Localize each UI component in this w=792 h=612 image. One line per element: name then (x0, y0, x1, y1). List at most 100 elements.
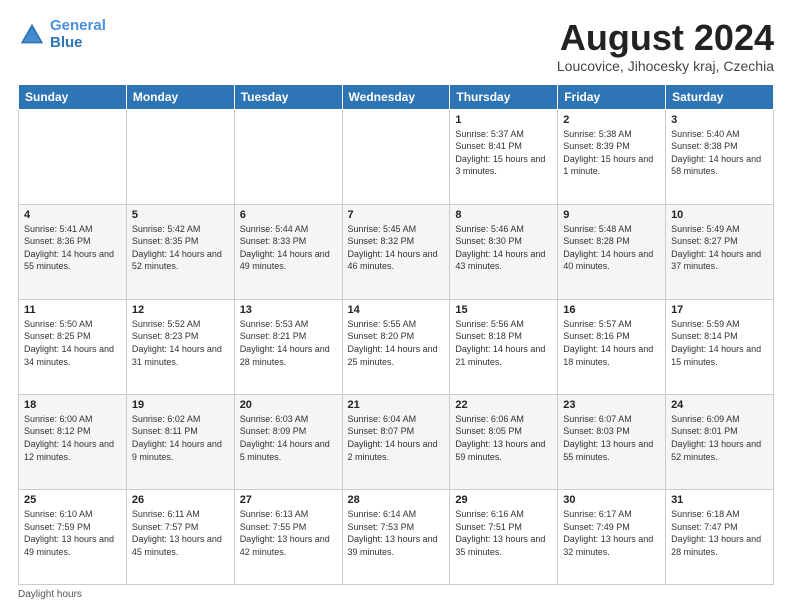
week-row-2: 4Sunrise: 5:41 AM Sunset: 8:36 PM Daylig… (19, 204, 774, 299)
day-number: 29 (455, 494, 552, 506)
day-number: 13 (240, 304, 337, 316)
day-number: 19 (132, 399, 229, 411)
day-info: Sunrise: 5:57 AM Sunset: 8:16 PM Dayligh… (563, 318, 660, 368)
header-cell-wednesday: Wednesday (342, 84, 450, 109)
day-info: Sunrise: 5:52 AM Sunset: 8:23 PM Dayligh… (132, 318, 229, 368)
header: General Blue August 2024 Loucovice, Jiho… (18, 18, 774, 74)
day-cell: 18Sunrise: 6:00 AM Sunset: 8:12 PM Dayli… (19, 394, 127, 489)
week-row-3: 11 Sunrise: 5:50 AM Sunset: 8:25 PM Dayli… (19, 299, 774, 394)
day-cell: 17Sunrise: 5:59 AM Sunset: 8:14 PM Dayli… (666, 299, 774, 394)
day-info: Sunrise: 6:11 AM Sunset: 7:57 PM Dayligh… (132, 508, 229, 558)
header-cell-monday: Monday (126, 84, 234, 109)
day-cell: 21Sunrise: 6:04 AM Sunset: 8:07 PM Dayli… (342, 394, 450, 489)
day-number: 22 (455, 399, 552, 411)
day-info: Sunrise: 5:46 AM Sunset: 8:30 PM Dayligh… (455, 223, 552, 273)
day-cell (19, 109, 127, 204)
day-info: Sunrise: 6:17 AM Sunset: 7:49 PM Dayligh… (563, 508, 660, 558)
day-number: 10 (671, 209, 768, 221)
day-number: 17 (671, 304, 768, 316)
day-info: Sunrise: 6:18 AM Sunset: 7:47 PM Dayligh… (671, 508, 768, 558)
day-info: Sunrise: 5:48 AM Sunset: 8:28 PM Dayligh… (563, 223, 660, 273)
day-cell: 6Sunrise: 5:44 AM Sunset: 8:33 PM Daylig… (234, 204, 342, 299)
day-info: Sunrise: 5:49 AM Sunset: 8:27 PM Dayligh… (671, 223, 768, 273)
week-row-5: 25Sunrise: 6:10 AM Sunset: 7:59 PM Dayli… (19, 489, 774, 584)
day-cell: 2 Sunrise: 5:38 AM Sunset: 8:39 PM Daylig… (558, 109, 666, 204)
day-number: 8 (455, 209, 552, 221)
day-cell: 19 Sunrise: 6:02 AM Sunset: 8:11 PM Dayli… (126, 394, 234, 489)
day-number: 14 (348, 304, 445, 316)
day-number: 31 (671, 494, 768, 506)
day-number: 23 (563, 399, 660, 411)
day-cell: 16Sunrise: 5:57 AM Sunset: 8:16 PM Dayli… (558, 299, 666, 394)
logo-general: General (50, 17, 106, 34)
calendar-header: SundayMondayTuesdayWednesdayThursdayFrid… (19, 84, 774, 109)
day-cell: 15 Sunrise: 5:56 AM Sunset: 8:18 PM Dayli… (450, 299, 558, 394)
day-number: 7 (348, 209, 445, 221)
day-cell: 3Sunrise: 5:40 AM Sunset: 8:38 PM Daylig… (666, 109, 774, 204)
subtitle: Loucovice, Jihocesky kraj, Czechia (557, 58, 774, 74)
day-number: 20 (240, 399, 337, 411)
day-info: Sunrise: 5:53 AM Sunset: 8:21 PM Dayligh… (240, 318, 337, 368)
day-cell: 5 Sunrise: 5:42 AM Sunset: 8:35 PM Daylig… (126, 204, 234, 299)
day-cell: 23Sunrise: 6:07 AM Sunset: 8:03 PM Dayli… (558, 394, 666, 489)
header-row: SundayMondayTuesdayWednesdayThursdayFrid… (19, 84, 774, 109)
day-cell: 4Sunrise: 5:41 AM Sunset: 8:36 PM Daylig… (19, 204, 127, 299)
day-info: Sunrise: 5:55 AM Sunset: 8:20 PM Dayligh… (348, 318, 445, 368)
day-info: Sunrise: 5:56 AM Sunset: 8:18 PM Dayligh… (455, 318, 552, 368)
week-row-1: 1 Sunrise: 5:37 AM Sunset: 8:41 PM Daylig… (19, 109, 774, 204)
day-number: 27 (240, 494, 337, 506)
day-cell (234, 109, 342, 204)
day-cell: 22 Sunrise: 6:06 AM Sunset: 8:05 PM Dayli… (450, 394, 558, 489)
day-number: 4 (24, 209, 121, 221)
week-row-4: 18Sunrise: 6:00 AM Sunset: 8:12 PM Dayli… (19, 394, 774, 489)
day-cell: 27 Sunrise: 6:13 AM Sunset: 7:55 PM Dayli… (234, 489, 342, 584)
day-cell: 28Sunrise: 6:14 AM Sunset: 7:53 PM Dayli… (342, 489, 450, 584)
day-info: Sunrise: 6:00 AM Sunset: 8:12 PM Dayligh… (24, 413, 121, 463)
day-number: 12 (132, 304, 229, 316)
day-number: 15 (455, 304, 552, 316)
day-cell: 1 Sunrise: 5:37 AM Sunset: 8:41 PM Daylig… (450, 109, 558, 204)
day-cell: 20 Sunrise: 6:03 AM Sunset: 8:09 PM Dayli… (234, 394, 342, 489)
day-cell: 24Sunrise: 6:09 AM Sunset: 8:01 PM Dayli… (666, 394, 774, 489)
day-info: Sunrise: 5:40 AM Sunset: 8:38 PM Dayligh… (671, 128, 768, 178)
day-cell: 7Sunrise: 5:45 AM Sunset: 8:32 PM Daylig… (342, 204, 450, 299)
day-number: 21 (348, 399, 445, 411)
day-number: 5 (132, 209, 229, 221)
day-cell (342, 109, 450, 204)
day-info: Sunrise: 6:02 AM Sunset: 8:11 PM Dayligh… (132, 413, 229, 463)
calendar-body: 1 Sunrise: 5:37 AM Sunset: 8:41 PM Daylig… (19, 109, 774, 584)
header-cell-thursday: Thursday (450, 84, 558, 109)
header-cell-sunday: Sunday (19, 84, 127, 109)
day-info: Sunrise: 5:50 AM Sunset: 8:25 PM Dayligh… (24, 318, 121, 368)
day-number: 1 (455, 114, 552, 126)
day-info: Sunrise: 6:13 AM Sunset: 7:55 PM Dayligh… (240, 508, 337, 558)
title-block: August 2024 Loucovice, Jihocesky kraj, C… (557, 18, 774, 74)
day-info: Sunrise: 5:38 AM Sunset: 8:39 PM Dayligh… (563, 128, 660, 178)
day-info: Sunrise: 6:03 AM Sunset: 8:09 PM Dayligh… (240, 413, 337, 463)
day-info: Sunrise: 6:10 AM Sunset: 7:59 PM Dayligh… (24, 508, 121, 558)
day-number: 30 (563, 494, 660, 506)
day-number: 9 (563, 209, 660, 221)
day-cell: 9 Sunrise: 5:48 AM Sunset: 8:28 PM Daylig… (558, 204, 666, 299)
page: General Blue August 2024 Loucovice, Jiho… (0, 0, 792, 612)
day-cell: 30 Sunrise: 6:17 AM Sunset: 7:49 PM Dayli… (558, 489, 666, 584)
day-cell: 8 Sunrise: 5:46 AM Sunset: 8:30 PM Daylig… (450, 204, 558, 299)
logo-blue: Blue (50, 34, 83, 51)
day-info: Sunrise: 5:42 AM Sunset: 8:35 PM Dayligh… (132, 223, 229, 273)
day-info: Sunrise: 6:16 AM Sunset: 7:51 PM Dayligh… (455, 508, 552, 558)
logo: General Blue (18, 18, 106, 51)
day-number: 28 (348, 494, 445, 506)
header-cell-saturday: Saturday (666, 84, 774, 109)
day-info: Sunrise: 5:37 AM Sunset: 8:41 PM Dayligh… (455, 128, 552, 178)
calendar-table: SundayMondayTuesdayWednesdayThursdayFrid… (18, 84, 774, 585)
day-number: 2 (563, 114, 660, 126)
day-info: Sunrise: 6:09 AM Sunset: 8:01 PM Dayligh… (671, 413, 768, 463)
day-cell: 11 Sunrise: 5:50 AM Sunset: 8:25 PM Dayli… (19, 299, 127, 394)
day-cell: 10 Sunrise: 5:49 AM Sunset: 8:27 PM Dayli… (666, 204, 774, 299)
day-info: Sunrise: 6:06 AM Sunset: 8:05 PM Dayligh… (455, 413, 552, 463)
day-cell: 25Sunrise: 6:10 AM Sunset: 7:59 PM Dayli… (19, 489, 127, 584)
day-cell: 13 Sunrise: 5:53 AM Sunset: 8:21 PM Dayli… (234, 299, 342, 394)
day-cell (126, 109, 234, 204)
day-number: 11 (24, 304, 121, 316)
footer-note: Daylight hours (18, 589, 774, 600)
